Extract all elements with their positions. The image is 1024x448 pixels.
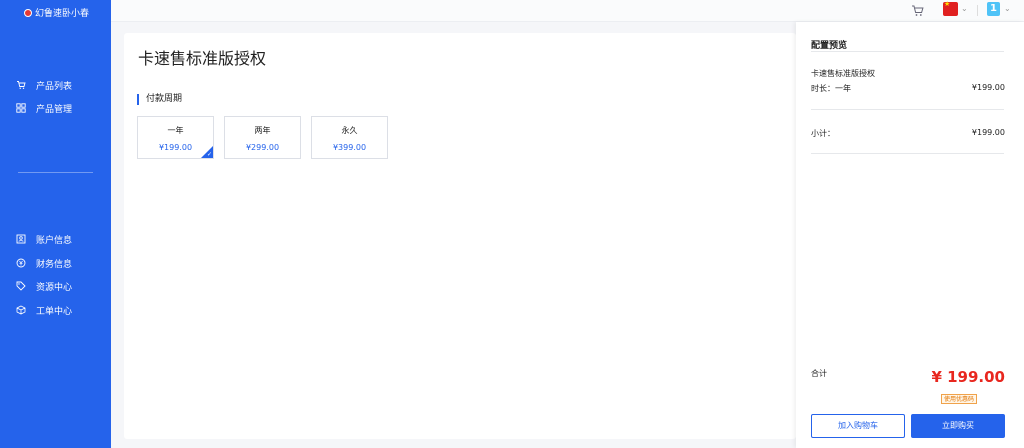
product-card: 卡速售标准版授权 付款周期 一年 ¥199.00 ✓ 两年 ¥299.00 永久… bbox=[124, 33, 796, 439]
sidebar-item-label: 产品管理 bbox=[36, 104, 73, 115]
duration-price: ¥199.00 bbox=[971, 83, 1005, 92]
product-name: 卡速售标准版授权 bbox=[811, 69, 875, 78]
sidebar-item-account[interactable]: 账户信息 bbox=[16, 232, 72, 246]
china-flag-icon[interactable] bbox=[943, 0, 958, 16]
page-title: 卡速售标准版授权 bbox=[138, 49, 267, 68]
sidebar-item-label: 账户信息 bbox=[36, 235, 73, 246]
section-label: 付款周期 bbox=[137, 94, 182, 105]
period-name: 一年 bbox=[167, 126, 184, 135]
subtotal-label: 小计： bbox=[811, 129, 835, 138]
user-avatar[interactable]: 1 bbox=[987, 2, 1000, 16]
sidebar-item-product-manage[interactable]: 产品管理 bbox=[16, 101, 72, 115]
coupon-link[interactable]: 使用优惠码 bbox=[940, 394, 977, 404]
config-preview-panel: 配置预览 卡速售标准版授权 时长：一年 ¥199.00 小计： ¥199.00 … bbox=[796, 22, 1024, 448]
divider bbox=[811, 109, 1004, 110]
sidebar-item-label: 产品列表 bbox=[36, 81, 73, 92]
account-icon bbox=[16, 234, 26, 244]
panel-title: 配置预览 bbox=[811, 41, 848, 51]
divider bbox=[811, 153, 1004, 154]
period-option-forever[interactable]: 永久 ¥399.00 bbox=[311, 116, 388, 159]
cart-icon bbox=[16, 80, 26, 90]
logo-icon bbox=[24, 8, 32, 17]
add-to-cart-button[interactable]: 加入购物车 bbox=[811, 414, 905, 438]
sidebar-item-label: 资源中心 bbox=[36, 282, 73, 293]
period-option-2year[interactable]: 两年 ¥299.00 bbox=[224, 116, 301, 159]
chevron-down-icon[interactable]: ⌄ bbox=[1004, 4, 1011, 13]
period-name: 永久 bbox=[341, 126, 358, 135]
top-bar bbox=[111, 0, 1024, 22]
logo[interactable]: 幻鲁速卧小春 bbox=[24, 6, 89, 19]
sidebar-item-label: 工单中心 bbox=[36, 306, 73, 317]
sidebar-item-resources[interactable]: 资源中心 bbox=[16, 279, 72, 293]
sidebar-item-tickets[interactable]: 工单中心 bbox=[16, 303, 72, 317]
box-icon bbox=[16, 305, 26, 315]
tag-icon bbox=[16, 281, 26, 291]
duration-label: 时长：一年 bbox=[811, 84, 851, 93]
total-label: 合计 bbox=[811, 369, 827, 378]
subtotal-value: ¥199.00 bbox=[971, 128, 1005, 137]
cart-icon[interactable] bbox=[911, 3, 925, 17]
sidebar: 幻鲁速卧小春 产品列表 产品管理 账户信息 财务信息 资源中心 工单中心 bbox=[0, 0, 111, 448]
chevron-down-icon[interactable]: ⌄ bbox=[961, 4, 968, 13]
total-value: ¥ 199.00 bbox=[931, 368, 1005, 386]
divider bbox=[811, 51, 1004, 52]
period-price: ¥299.00 bbox=[245, 143, 280, 152]
sidebar-item-label: 财务信息 bbox=[36, 259, 73, 270]
sidebar-item-finance[interactable]: 财务信息 bbox=[16, 256, 72, 270]
period-option-1year[interactable]: 一年 ¥199.00 ✓ bbox=[137, 116, 214, 159]
period-price: ¥399.00 bbox=[332, 143, 367, 152]
logo-text: 幻鲁速卧小春 bbox=[35, 9, 90, 19]
check-icon: ✓ bbox=[206, 151, 212, 158]
topbar-divider bbox=[977, 5, 978, 16]
sidebar-item-product-list[interactable]: 产品列表 bbox=[16, 78, 72, 92]
sidebar-divider bbox=[18, 172, 93, 173]
finance-icon bbox=[16, 258, 26, 268]
buy-now-button[interactable]: 立即购买 bbox=[911, 414, 1005, 438]
grid-icon bbox=[16, 103, 26, 113]
period-name: 两年 bbox=[254, 126, 271, 135]
